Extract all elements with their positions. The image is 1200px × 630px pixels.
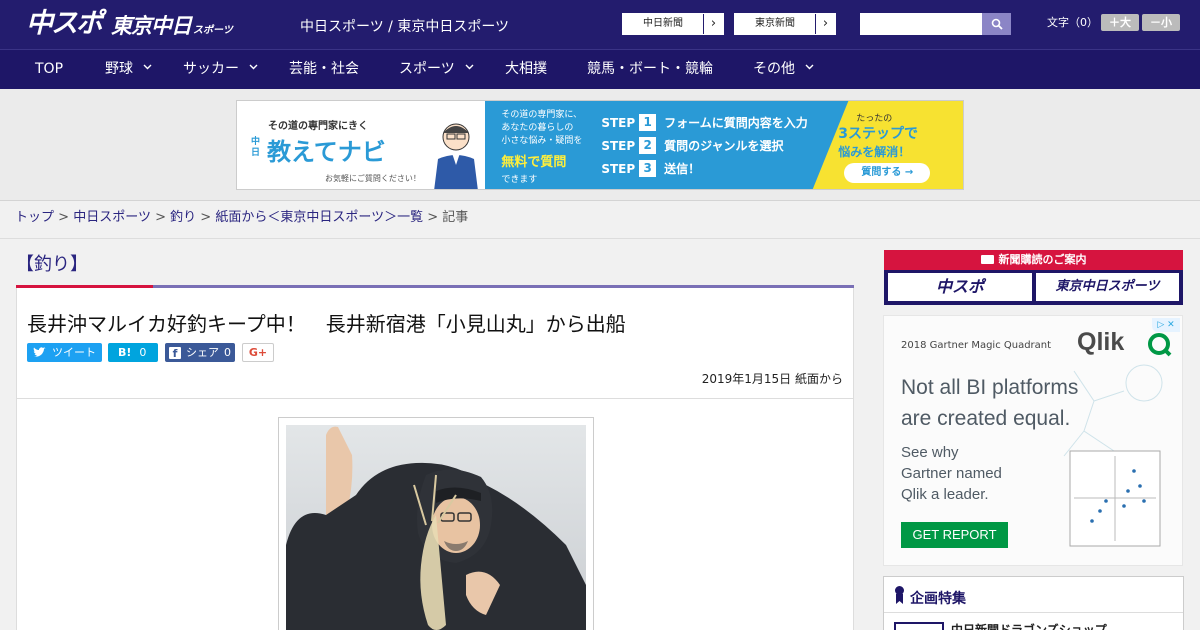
ribbon-badge-icon (895, 586, 904, 604)
breadcrumb: トップ > 中日スポーツ > 釣り > 紙面から＜東京中日スポーツ＞一覧 > 記… (0, 201, 1200, 239)
qlik-logo: Qlik (1077, 328, 1125, 356)
special-item-dragons-shop[interactable]: 中日新聞ドラゴンズショップ (951, 621, 1107, 630)
get-report-button[interactable]: GET REPORT (901, 522, 1008, 548)
qlik-ad[interactable]: ▷ ✕ 2018 Gartner Magic Quadrant Qlik Not… (883, 315, 1183, 566)
banner-cta-sub: 悩みを解消！ (838, 145, 911, 159)
logo-sup: スポーツ (193, 25, 233, 36)
font-bigger-button[interactable]: ＋大 (1101, 14, 1139, 31)
chevron-right-icon: › (822, 16, 829, 31)
oshiete-navi-banner[interactable]: その道の専門家にきく 中日 教えてナビ お気軽にご質問ください！ その道の専門家… (236, 100, 964, 190)
google-plus-button[interactable]: G+ (242, 343, 274, 362)
banner-row: その道の専門家にきく 中日 教えてナビ お気軽にご質問ください！ その道の専門家… (0, 89, 1200, 201)
banner-cta-button[interactable]: 質問する → (844, 163, 931, 183)
breadcrumb-chunichi-sports[interactable]: 中日スポーツ (73, 210, 151, 225)
nav-item-entertainment[interactable]: 芸能・社会 (289, 50, 359, 89)
newspaper-icon (980, 255, 994, 264)
global-nav: TOP 野球 サッカー 芸能・社会 スポーツ 大相撲 競馬・ボート・競輪 その他 (0, 49, 1200, 89)
banner-lead-2: あなたの暮らしの (501, 123, 574, 133)
chunichi-shimbun-button[interactable]: 中日新聞 › (622, 13, 724, 35)
ad-headline-1: Not all BI platforms (901, 376, 1079, 399)
banner-brand-panel: その道の専門家にきく 中日 教えてナビ お気軽にご質問ください！ (237, 101, 486, 189)
banner-brand-small: 中日 (251, 137, 261, 158)
banner-cta-main: 3ステップで (838, 126, 919, 142)
nav-item-racing[interactable]: 競馬・ボート・競輪 (587, 50, 713, 89)
banner-lead-3: 小さな悩み・疑問を (501, 136, 583, 146)
google-plus-icon: G+ (248, 346, 268, 359)
article-photo[interactable] (278, 417, 594, 630)
search-input[interactable] (860, 13, 982, 35)
hatena-bookmark-button[interactable]: B! 0 (108, 343, 158, 362)
advisor-illustration (434, 123, 478, 189)
ad-body-3: Qlik a leader. (901, 486, 989, 503)
ad-body-2: Gartner named (901, 465, 1002, 482)
facebook-share-button[interactable]: f シェア 0 (165, 343, 235, 362)
banner-step-2: STEP 2 質問のジャンルを選択 (601, 137, 784, 154)
nav-item-soccer[interactable]: サッカー (183, 50, 239, 89)
breadcrumb-top[interactable]: トップ (15, 210, 54, 225)
tokyo-chunichi-logo-link[interactable]: 東京中日スポーツ (1036, 273, 1179, 301)
breadcrumb-fishing[interactable]: 釣り (170, 210, 196, 225)
qlik-q-icon (1148, 333, 1172, 357)
hatena-icon: B! (118, 346, 132, 359)
subscription-box[interactable]: 新聞購読のご案内 中スポ 東京中日スポーツ (884, 250, 1183, 305)
magic-quadrant-graphic (1063, 364, 1163, 547)
ad-headline-2: are created equal. (901, 407, 1071, 430)
breadcrumb-paper-list[interactable]: 紙面から＜東京中日スポーツ＞一覧 (215, 210, 423, 225)
nav-item-sports[interactable]: スポーツ (399, 50, 455, 89)
search-icon (991, 18, 1003, 30)
search-button[interactable] (982, 13, 1011, 35)
category-title: 【釣り】 (16, 254, 88, 275)
nav-item-sumo[interactable]: 大相撲 (505, 50, 547, 89)
nav-item-top[interactable]: TOP (35, 50, 63, 89)
chuspo-logo-link[interactable]: 中スポ (888, 273, 1032, 301)
site-label[interactable]: 中日スポーツ / 東京中日スポーツ (300, 16, 509, 36)
chevron-down-icon (805, 64, 814, 70)
twitter-bird-icon (33, 347, 46, 357)
banner-cta-panel: たったの 3ステップで 悩みを解消！ 質問する → (838, 101, 963, 189)
article-title: 長井沖マルイカ好釣キープ中！ 長井新宿港「小見山丸」から出船 (27, 312, 626, 336)
special-features-box: 企画特集 中日新聞ドラゴンズショップ (883, 576, 1184, 630)
banner-note: お気軽にご質問ください！ (325, 174, 421, 183)
chevron-down-icon (465, 64, 474, 70)
banner-can: できます (501, 175, 538, 185)
dragons-shop-thumbnail[interactable] (894, 622, 944, 630)
search-box (860, 13, 1011, 35)
banner-step-1: STEP 1 フォームに質問内容を入力 (601, 114, 808, 131)
nav-item-baseball[interactable]: 野球 (105, 50, 133, 89)
chevron-down-icon (249, 64, 258, 70)
article: 長井沖マルイカ好釣キープ中！ 長井新宿港「小見山丸」から出船 ツイート B! 0… (16, 288, 854, 630)
logo-main: 中スポ (26, 8, 103, 39)
ad-body-1: See why (901, 444, 959, 461)
tokyo-shimbun-button[interactable]: 東京新聞 › (734, 13, 836, 35)
banner-tagline: その道の専門家にきく (268, 121, 368, 132)
ad-choices-icon[interactable]: ▷ ✕ (1152, 318, 1180, 332)
divider (17, 398, 853, 399)
facebook-icon: f (169, 346, 181, 360)
breadcrumb-current: 記事 (442, 210, 469, 225)
chevron-right-icon: › (710, 16, 717, 31)
tweet-button[interactable]: ツイート (27, 343, 102, 362)
site-logo[interactable]: 中スポ 東京中日 スポーツ (26, 8, 233, 40)
font-smaller-button[interactable]: －小 (1142, 14, 1180, 31)
banner-lead-1: その道の専門家に、 (501, 110, 583, 120)
angler-with-squid-image (286, 425, 586, 630)
banner-free: 無料で質問 (501, 155, 567, 170)
banner-steps-panel: その道の専門家に、 あなたの暮らしの 小さな悩み・疑問を 無料で質問 できます … (485, 101, 909, 189)
ad-kicker: 2018 Gartner Magic Quadrant (901, 340, 1052, 351)
chevron-down-icon (143, 64, 152, 70)
subscription-title: 新聞購読のご案内 (884, 250, 1183, 270)
article-date: 2019年1月15日 紙面から (701, 372, 843, 386)
banner-brand: 教えてナビ (267, 138, 386, 166)
logo-sub: 東京中日 (111, 14, 192, 38)
font-size-label: 文字（0） (1047, 16, 1098, 29)
special-features-title: 企画特集 (910, 591, 966, 607)
banner-step-3: STEP 3 送信！ (601, 160, 701, 177)
site-header: 中スポ 東京中日 スポーツ 中日スポーツ / 東京中日スポーツ 中日新聞 › 東… (0, 0, 1200, 49)
nav-item-other[interactable]: その他 (753, 50, 795, 89)
